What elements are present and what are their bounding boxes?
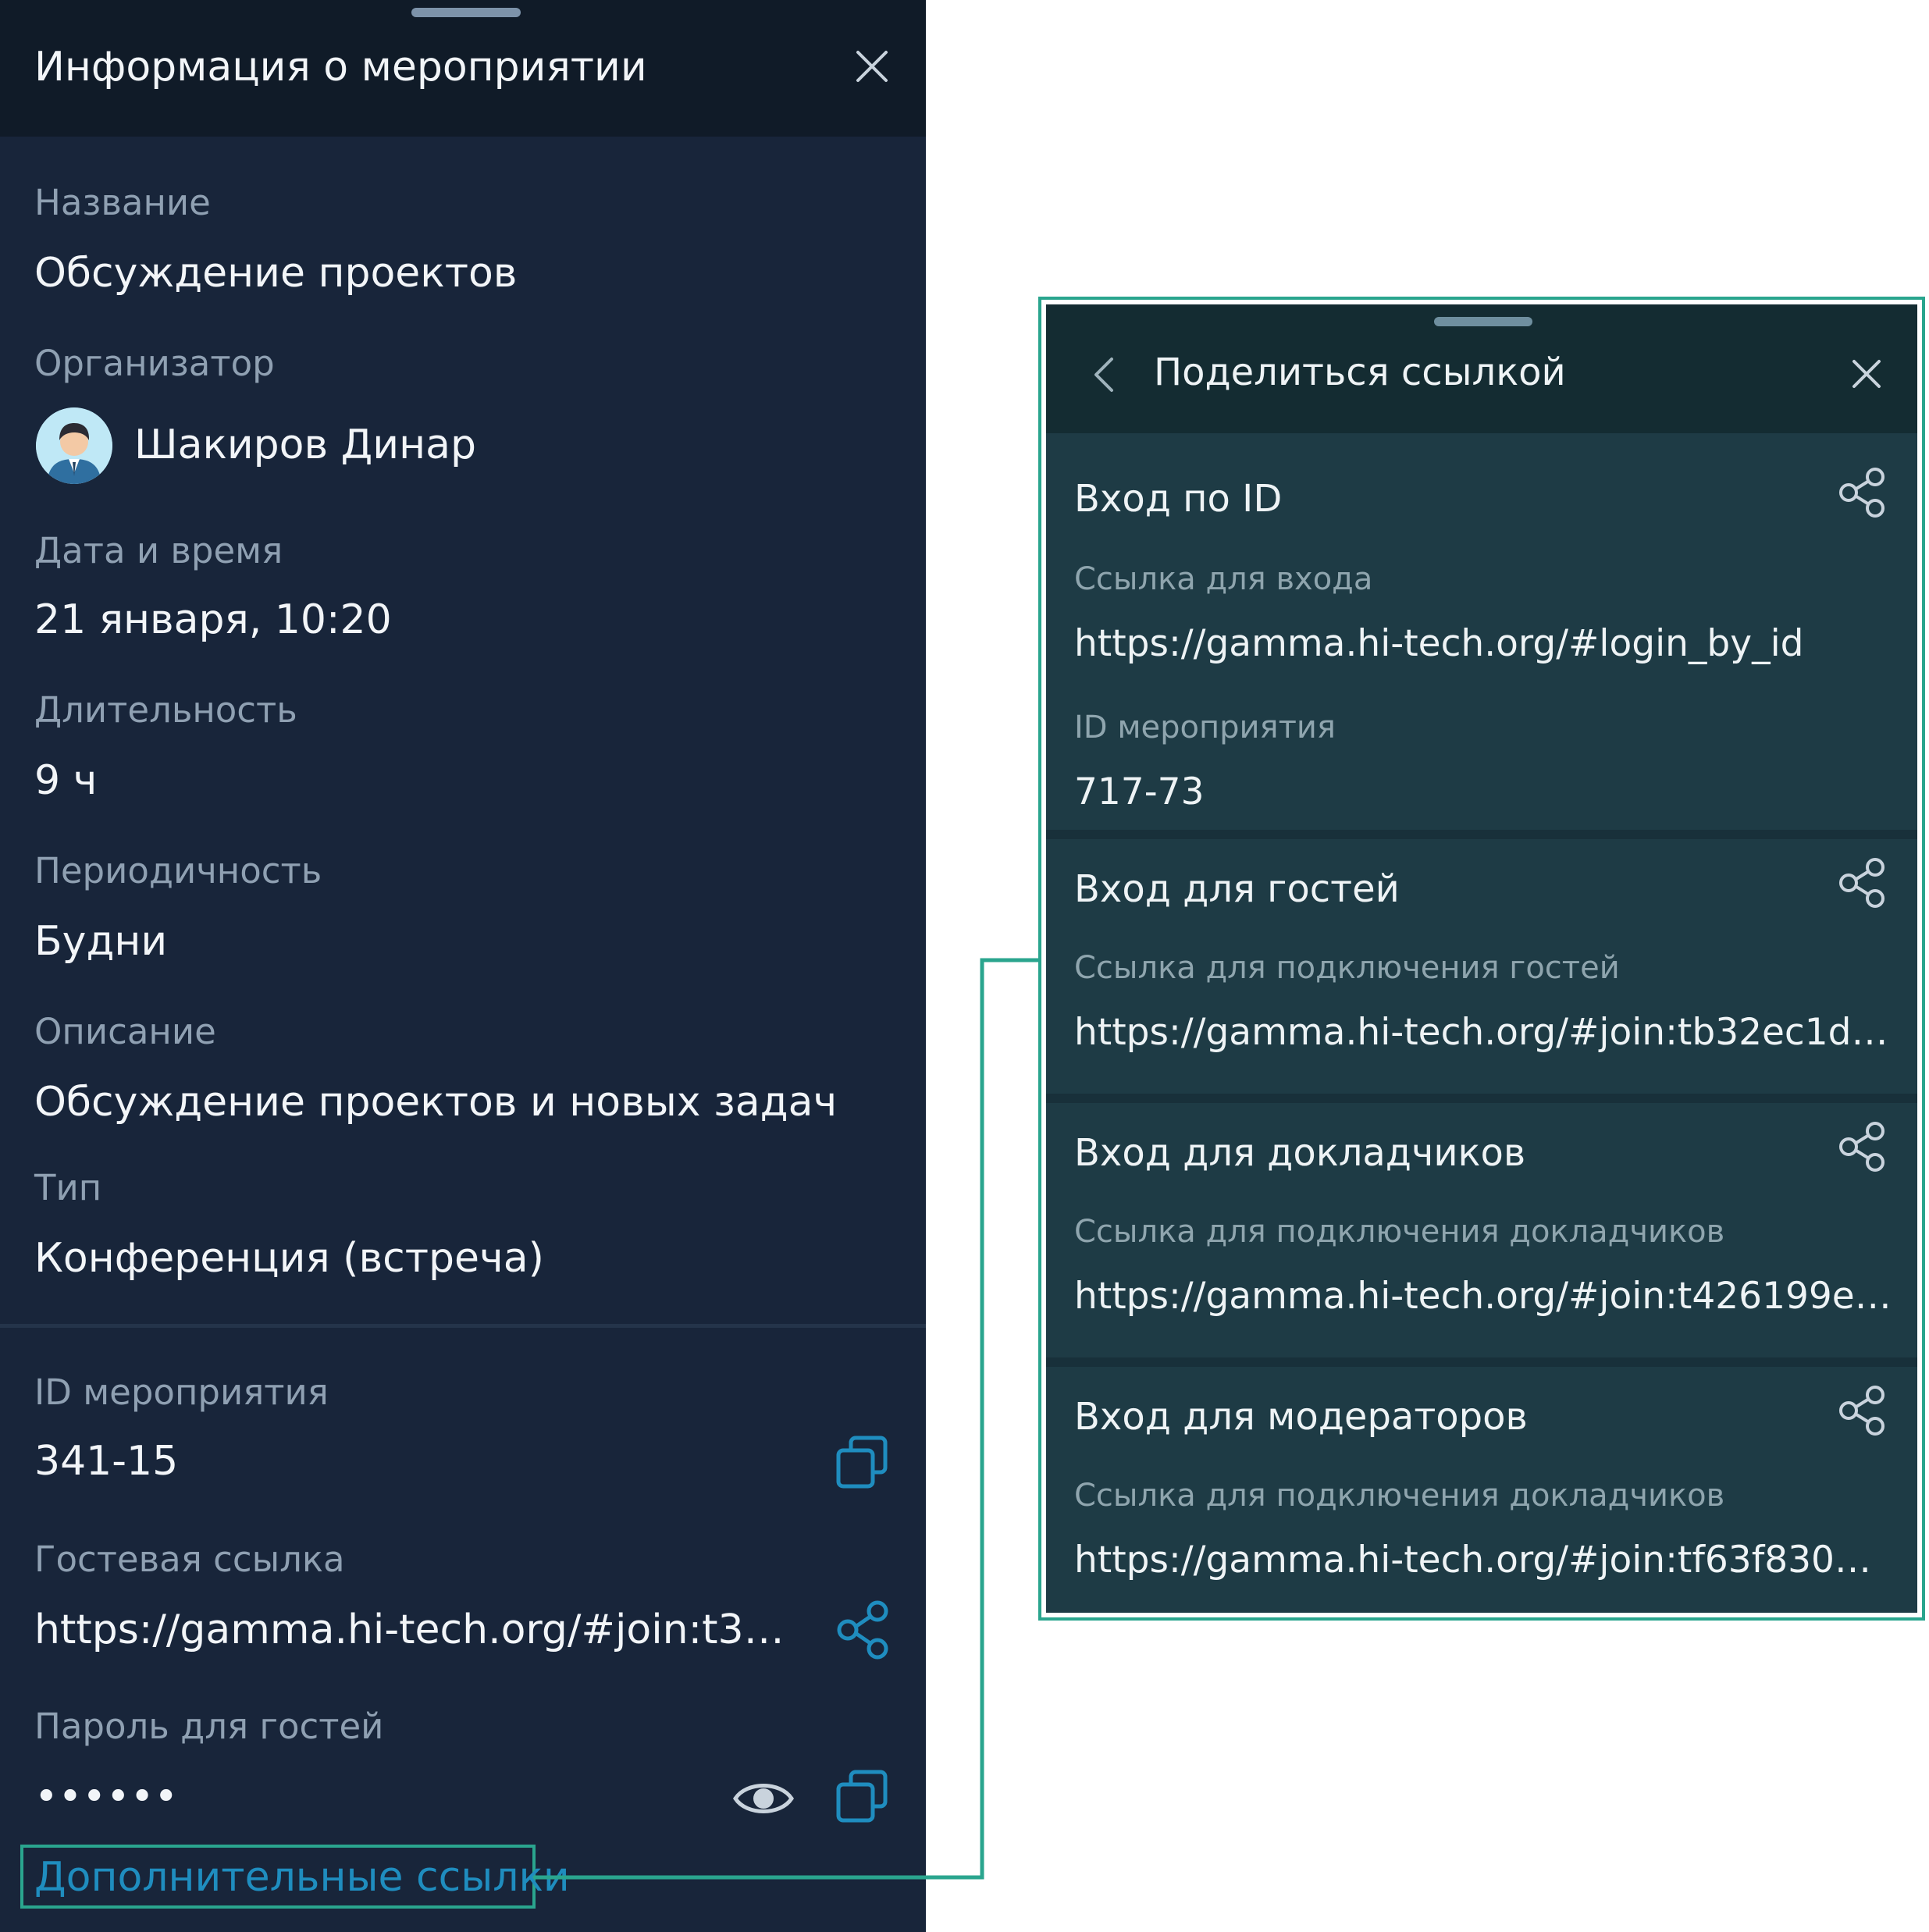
speaker-link-label: Ссылка для подключения докладчиков	[1074, 1214, 1725, 1250]
guest-link-value[interactable]: https://gamma.hi-tech.org/#join:t35f24..…	[34, 1603, 803, 1656]
login-link-value[interactable]: https://gamma.hi-tech.org/#login_by_id	[1074, 619, 1894, 669]
organizer-label: Организатор	[34, 343, 275, 384]
panel-title: Поделиться ссылкой	[1154, 350, 1566, 394]
card-divider	[1046, 830, 1917, 839]
event-id-label: ID мероприятия	[1074, 710, 1336, 745]
share-card-moderators: Вход для модераторов Ссылка для подключе…	[1046, 1367, 1917, 1613]
name-value: Обсуждение проектов	[34, 250, 518, 297]
event-id-value: 341-15	[34, 1438, 179, 1485]
share-link-panel: Поделиться ссылкой Вход по ID Ссылка для…	[1046, 304, 1917, 1613]
datetime-value: 21 января, 10:20	[34, 596, 392, 643]
share-card-guests: Вход для гостей Ссылка для подключения г…	[1046, 839, 1917, 1094]
card-divider	[1046, 1357, 1917, 1367]
divider	[0, 1324, 926, 1328]
share-card-speakers: Вход для докладчиков Ссылка для подключе…	[1046, 1103, 1917, 1357]
guest-link-value[interactable]: https://gamma.hi-tech.org/#join:tb32ec1d…	[1074, 1008, 1894, 1058]
extra-links-label: Дополнительные ссылки	[34, 1854, 570, 1901]
avatar	[36, 407, 112, 484]
name-label: Название	[34, 182, 211, 223]
moderator-link-label: Ссылка для подключения докладчиков	[1074, 1478, 1725, 1514]
guest-link-label: Ссылка для подключения гостей	[1074, 950, 1620, 986]
drag-handle[interactable]	[411, 8, 521, 17]
share-icon[interactable]	[832, 1599, 895, 1661]
share-card-by-id: Вход по ID Ссылка для входа https://gamm…	[1046, 433, 1917, 830]
copy-icon[interactable]	[831, 1432, 893, 1494]
extra-links-link[interactable]: Дополнительные ссылки	[20, 1845, 570, 1909]
guest-password-label: Пароль для гостей	[34, 1706, 384, 1747]
event-id-value: 717-73	[1074, 770, 1205, 813]
drag-handle[interactable]	[1434, 317, 1532, 326]
guest-link-label: Гостевая ссылка	[34, 1539, 345, 1580]
copy-icon[interactable]	[831, 1766, 893, 1828]
datetime-label: Дата и время	[34, 530, 283, 571]
description-label: Описание	[34, 1011, 216, 1052]
panel-title: Информация о мероприятии	[34, 44, 647, 91]
share-icon[interactable]	[1835, 464, 1891, 521]
description-value: Обсуждение проектов и новых задач	[34, 1079, 838, 1126]
card-title: Вход для докладчиков	[1074, 1131, 1526, 1175]
type-value: Конференция (встреча)	[34, 1235, 544, 1282]
organizer-name[interactable]: Шакиров Динар	[134, 418, 476, 471]
speaker-link-value[interactable]: https://gamma.hi-tech.org/#join:t426199e…	[1074, 1272, 1894, 1322]
card-title: Вход для гостей	[1074, 867, 1400, 911]
share-icon[interactable]	[1835, 1382, 1891, 1439]
periodicity-label: Периодичность	[34, 850, 322, 891]
event-info-panel: Информация о мероприятии Название Обсужд…	[0, 0, 926, 1932]
panel-header: Поделиться ссылкой	[1046, 304, 1917, 433]
card-divider	[1046, 1094, 1917, 1103]
moderator-link-value[interactable]: https://gamma.hi-tech.org/#join:tf63f830…	[1074, 1535, 1894, 1585]
close-icon[interactable]	[1847, 354, 1886, 393]
share-icon[interactable]	[1835, 1119, 1891, 1175]
panel-header: Информация о мероприятии	[0, 0, 926, 137]
card-title: Вход по ID	[1074, 477, 1283, 521]
guest-password-value: ••••••	[34, 1774, 179, 1820]
duration-label: Длительность	[34, 689, 297, 731]
event-id-label: ID мероприятия	[34, 1372, 329, 1413]
share-icon[interactable]	[1835, 855, 1891, 911]
close-icon[interactable]	[851, 45, 893, 87]
chevron-left-icon[interactable]	[1087, 353, 1121, 397]
login-link-label: Ссылка для входа	[1074, 561, 1373, 597]
type-label: Тип	[34, 1167, 102, 1208]
eye-icon[interactable]	[731, 1767, 796, 1830]
duration-value: 9 ч	[34, 757, 98, 804]
card-title: Вход для модераторов	[1074, 1395, 1528, 1439]
periodicity-value: Будни	[34, 918, 168, 965]
